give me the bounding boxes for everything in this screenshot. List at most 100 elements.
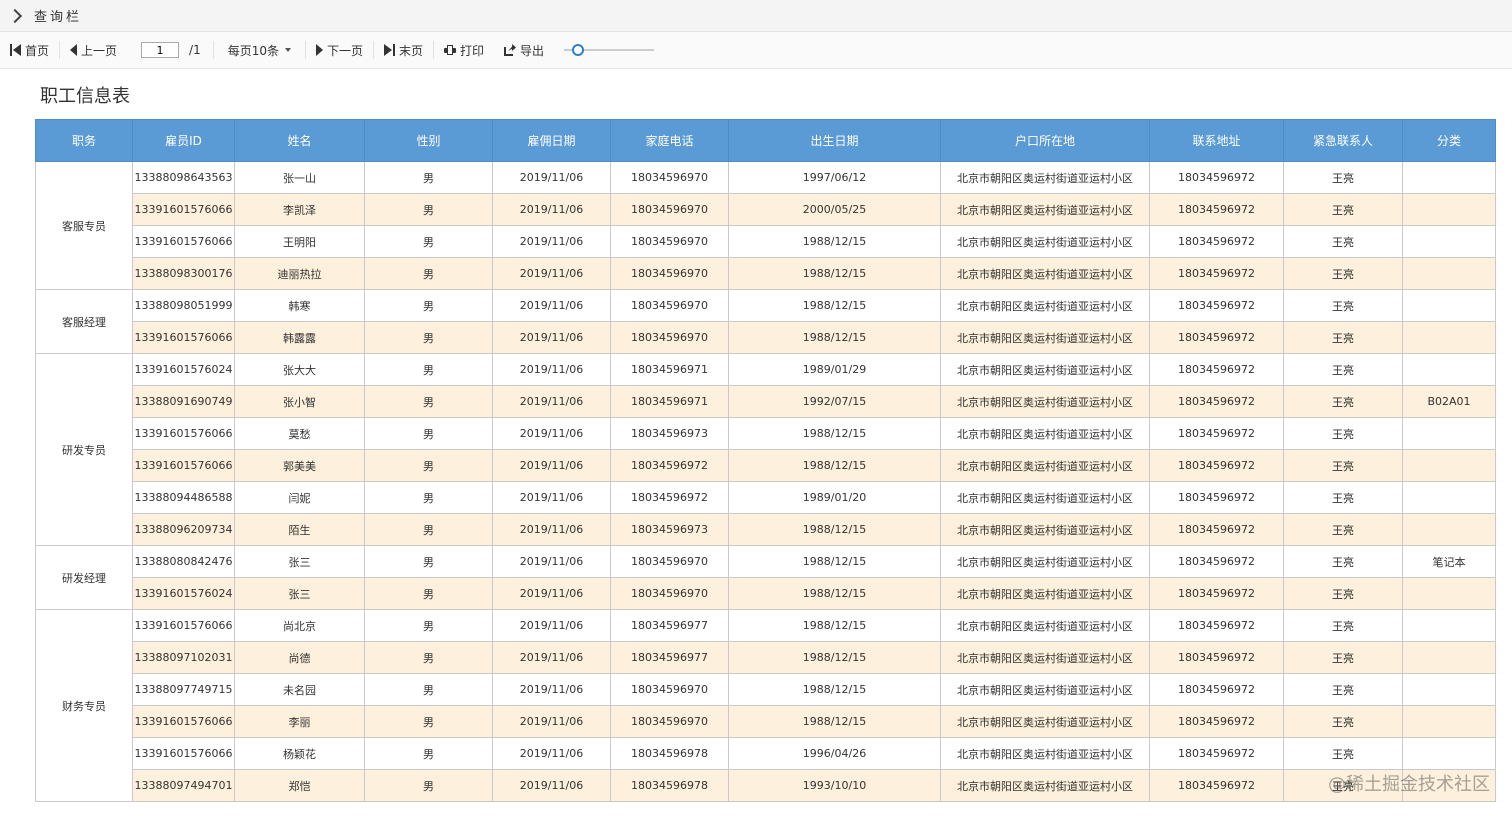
table-cell bbox=[1402, 705, 1496, 738]
zoom-slider-handle[interactable] bbox=[571, 44, 584, 56]
print-button[interactable]: 打印 bbox=[434, 32, 494, 68]
page-navigator: /1 bbox=[127, 32, 213, 68]
table-cell: 王亮 bbox=[1283, 673, 1403, 706]
table-cell: 18034596970 bbox=[610, 289, 729, 322]
table-cell: 男 bbox=[364, 321, 493, 354]
page-size-select[interactable]: 每页10条 bbox=[214, 32, 305, 68]
table-cell: 13388098051999 bbox=[132, 289, 235, 322]
table-cell: 18034596972 bbox=[610, 449, 729, 482]
table-cell: 13388080842476 bbox=[132, 545, 235, 578]
query-bar[interactable]: 查询栏 bbox=[0, 0, 1512, 32]
table-cell: 王亮 bbox=[1283, 609, 1403, 642]
column-header: 姓名 bbox=[234, 119, 365, 162]
last-page-button[interactable]: 末页 bbox=[374, 32, 433, 68]
table-cell: 18034596973 bbox=[610, 417, 729, 450]
table-cell bbox=[1402, 193, 1496, 226]
table-cell: 北京市朝阳区奥运村街道亚运村小区 bbox=[940, 161, 1150, 194]
export-icon bbox=[504, 44, 516, 56]
first-page-button[interactable]: 首页 bbox=[0, 32, 59, 68]
table-cell: 2019/11/06 bbox=[492, 609, 611, 642]
table-cell: 莫愁 bbox=[234, 417, 365, 450]
table-cell: 1988/12/15 bbox=[728, 673, 941, 706]
table-row: 13391601576066 莫愁男 2019/11/06 18034596973 19… bbox=[36, 417, 1496, 450]
table-cell: 男 bbox=[364, 193, 493, 226]
table-cell: 郑恺 bbox=[234, 769, 365, 802]
table-cell bbox=[1402, 417, 1496, 450]
table-cell: 2019/11/06 bbox=[492, 353, 611, 386]
zoom-slider[interactable] bbox=[564, 43, 655, 57]
table-cell: 2019/11/06 bbox=[492, 193, 611, 226]
table-cell: 1988/12/15 bbox=[728, 417, 941, 450]
table-cell bbox=[1402, 289, 1496, 322]
table-cell: 李凯泽 bbox=[234, 193, 365, 226]
chevron-right-icon[interactable] bbox=[7, 8, 23, 23]
table-cell: 王亮 bbox=[1283, 577, 1403, 610]
table-row: 13388097749715 未名园男 2019/11/06 18034596970 1… bbox=[36, 673, 1496, 706]
table-cell: 13391601576066 bbox=[132, 225, 235, 258]
table-row: 财务专员 13391601576066 尚北京男 2019/11/06 18034596… bbox=[35, 609, 1496, 802]
table-body: 客服专员 13388098643563 张一山男 2019/11/06 18034596… bbox=[35, 161, 1496, 802]
table-cell: 北京市朝阳区奥运村街道亚运村小区 bbox=[940, 321, 1150, 354]
table-cell: 18034596970 bbox=[610, 545, 729, 578]
table-cell: 北京市朝阳区奥运村街道亚运村小区 bbox=[940, 417, 1150, 450]
table-cell: 18034596972 bbox=[1149, 385, 1284, 418]
column-header: 雇佣日期 bbox=[492, 119, 611, 162]
table-cell: 北京市朝阳区奥运村街道亚运村小区 bbox=[940, 769, 1150, 802]
table-cell: 2019/11/06 bbox=[492, 385, 611, 418]
table-cell: B02A01 bbox=[1402, 385, 1496, 418]
next-page-button[interactable]: 下一页 bbox=[306, 32, 373, 68]
table-cell: 王亮 bbox=[1283, 257, 1403, 290]
table-cell: 13391601576066 bbox=[132, 705, 235, 738]
table-header-row: 职务 雇员ID 姓名 性别 雇佣日期 家庭电话 出生日期 户口所在地 联系地址 紧急联系人 分类 bbox=[35, 119, 1496, 162]
prev-page-icon bbox=[70, 44, 78, 56]
table-cell: 韩露露 bbox=[234, 321, 365, 354]
table-cell: 1988/12/15 bbox=[728, 257, 941, 290]
position-cell: 研发经理 bbox=[35, 545, 133, 610]
column-header: 联系地址 bbox=[1149, 119, 1284, 162]
table-cell: 杨颖花 bbox=[234, 737, 365, 770]
table-cell: 男 bbox=[364, 545, 493, 578]
table-row: 13391601576024 张三男 2019/11/06 18034596970 19… bbox=[36, 577, 1496, 610]
table-cell: 王亮 bbox=[1283, 225, 1403, 258]
table-row: 13388097102031 尚德男 2019/11/06 18034596977 19… bbox=[36, 641, 1496, 674]
table-cell: 北京市朝阳区奥运村街道亚运村小区 bbox=[940, 737, 1150, 770]
page-number-input[interactable] bbox=[141, 42, 180, 58]
table-cell: 北京市朝阳区奥运村街道亚运村小区 bbox=[940, 577, 1150, 610]
table-cell: 王亮 bbox=[1283, 737, 1403, 770]
table-cell: 北京市朝阳区奥运村街道亚运村小区 bbox=[940, 289, 1150, 322]
table-cell: 2019/11/06 bbox=[492, 577, 611, 610]
position-cell: 客服经理 bbox=[35, 289, 133, 354]
first-page-label: 首页 bbox=[25, 43, 50, 58]
table-cell: 2019/11/06 bbox=[492, 769, 611, 802]
table-cell: 2019/11/06 bbox=[492, 737, 611, 770]
column-header: 家庭电话 bbox=[610, 119, 729, 162]
table-cell: 18034596970 bbox=[610, 225, 729, 258]
table-cell: 2019/11/06 bbox=[492, 481, 611, 514]
table-row: 客服经理 13388098051999 韩寒男 2019/11/06 180345969… bbox=[35, 289, 1496, 354]
query-bar-label[interactable]: 查询栏 bbox=[34, 6, 82, 25]
table-cell: 1989/01/20 bbox=[728, 481, 941, 514]
table-row: 13391601576066 王明阳男 2019/11/06 18034596970 1… bbox=[36, 225, 1496, 258]
table-cell: 18034596973 bbox=[610, 513, 729, 546]
print-label: 打印 bbox=[460, 43, 485, 58]
table-row: 13391601576066 李凯泽男 2019/11/06 18034596970 2… bbox=[36, 193, 1496, 226]
table-cell: 1988/12/15 bbox=[728, 225, 941, 258]
table-cell: 13391601576066 bbox=[132, 321, 235, 354]
table-cell: 2019/11/06 bbox=[492, 321, 611, 354]
position-cell: 研发专员 bbox=[35, 353, 133, 546]
table-cell: 2019/11/06 bbox=[492, 257, 611, 290]
prev-page-button[interactable]: 上一页 bbox=[60, 32, 127, 68]
table-cell: 18034596978 bbox=[610, 769, 729, 802]
table-cell: 王亮 bbox=[1283, 417, 1403, 450]
table-cell: 18034596970 bbox=[610, 193, 729, 226]
export-label: 导出 bbox=[520, 43, 545, 58]
table-cell: 张大大 bbox=[234, 353, 365, 386]
table-cell: 18034596972 bbox=[1149, 705, 1284, 738]
export-button[interactable]: 导出 bbox=[494, 32, 554, 68]
table-cell: 王亮 bbox=[1283, 641, 1403, 674]
table-cell: 尚北京 bbox=[234, 609, 365, 642]
table-cell: 13391601576066 bbox=[132, 193, 235, 226]
table-cell: 王亮 bbox=[1283, 353, 1403, 386]
table-cell bbox=[1402, 513, 1496, 546]
table-row: 13391601576066 韩露露男 2019/11/06 18034596970 1… bbox=[36, 321, 1496, 354]
